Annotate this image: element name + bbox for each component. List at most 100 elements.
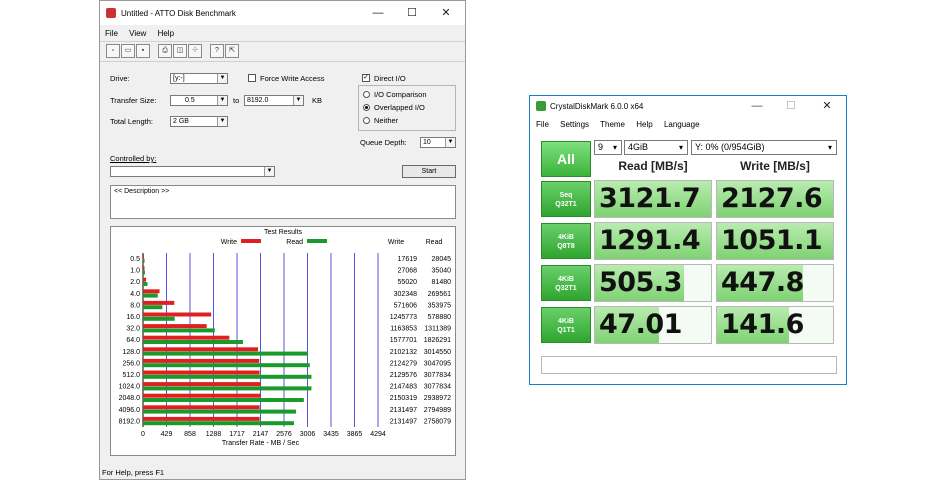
chevron-down-icon: ▼ [445,138,455,147]
all-button[interactable]: All [541,141,591,177]
test-name: 4KiB [558,318,574,325]
atto-menu-bar: File View Help [105,29,183,38]
cdm-menu-language[interactable]: Language [664,120,700,129]
write-value-label: 2131497 [390,407,417,414]
cdm-minimize-button[interactable]: — [744,96,770,116]
read-result-value: 505.3 [599,267,682,298]
read-result-cell: 505.3 [594,264,712,302]
read-bar [143,421,294,426]
write-result-value: 2127.6 [721,183,823,214]
y-tick-label: 1.0 [130,268,140,275]
atto-app-icon [106,8,116,18]
write-result-cell: 2127.6 [716,180,834,218]
read-value-label: 2938972 [424,395,451,402]
print-icon[interactable]: ⎙ [158,44,172,58]
drive-select[interactable]: Y: 0% (0/954GiB) ▾ [691,140,837,155]
transfer-to-select[interactable]: 8192.0 ▼ [244,95,304,106]
read-value-label: 3014550 [424,349,451,356]
print-preview-icon[interactable]: ◫ [173,44,187,58]
cdm-menu-file[interactable]: File [536,120,549,129]
minimize-button[interactable]: — [365,3,391,23]
test-button[interactable]: 4KiB Q8T8 [541,223,591,259]
y-tick-label: 4096.0 [119,407,141,414]
count-select[interactable]: 9 ▾ [594,140,622,155]
chevron-down-icon: ▾ [827,143,832,152]
cdm-menu-help[interactable]: Help [636,120,652,129]
chevron-down-icon: ▾ [612,143,617,152]
total-length-value: 2 GB [173,118,189,125]
comment-field[interactable] [541,356,837,374]
read-bar [143,270,145,275]
menu-help[interactable]: Help [158,29,174,38]
neither-label: Neither [374,116,399,125]
read-value-label: 353975 [428,302,451,309]
read-value-label: 2758079 [424,418,451,425]
status-bar-text: For Help, press F1 [102,468,165,477]
write-value-label: 1163853 [390,326,417,333]
test-button[interactable]: 4KiB Q32T1 [541,265,591,301]
drive-select[interactable]: [y:-] ▼ [170,73,228,84]
neither-radio[interactable] [363,117,370,124]
total-length-select[interactable]: 2 GB ▼ [170,116,228,127]
direct-io-checkbox[interactable]: ✓ [362,74,370,82]
write-bar [143,254,144,259]
drive-label: Drive: [110,74,130,83]
transfer-size-label: Transfer Size: [110,96,157,105]
test-name: 4KiB [558,234,574,241]
transfer-from-select[interactable]: 0.5 ▼ [170,95,228,106]
queue-depth-select[interactable]: 10 ▼ [420,137,456,148]
description-box[interactable]: << Description >> [110,185,456,219]
write-result-cell: 447.8 [716,264,834,302]
atto-title-bar[interactable]: Untitled - ATTO Disk Benchmark — ☐ ✕ [100,1,465,25]
queue-depth-value: 10 [423,139,431,146]
read-value-label: 3077834 [424,384,451,391]
menu-view[interactable]: View [129,29,146,38]
cdm-close-button[interactable]: ✕ [814,96,840,116]
test-button[interactable]: 4KiB Q1T1 [541,307,591,343]
io-comparison-label: I/O Comparison [374,90,427,99]
split-icon[interactable]: ✣ [188,44,202,58]
read-result-cell: 47.01 [594,306,712,344]
controlled-by-select[interactable]: ▼ [110,166,275,177]
count-value: 9 [598,142,604,152]
y-tick-label: 128.0 [122,349,140,356]
read-value-label: 81480 [432,279,452,286]
x-tick-label: 2576 [276,431,292,438]
save-icon[interactable]: ▪ [136,44,150,58]
context-help-icon[interactable]: ⇱ [225,44,239,58]
start-button[interactable]: Start [402,165,456,178]
open-icon[interactable]: ▭ [121,44,135,58]
cdm-menu-settings[interactable]: Settings [560,120,589,129]
description-text: << Description >> [114,188,170,195]
size-value: 4GiB [628,142,649,152]
write-bar [143,312,212,317]
new-icon[interactable]: ▫ [106,44,120,58]
write-bar [143,300,175,305]
transfer-to-value: 8192.0 [247,97,269,104]
maximize-button[interactable]: ☐ [399,3,425,23]
chevron-down-icon: ▼ [217,117,227,126]
y-tick-label: 8.0 [130,302,140,309]
menu-file[interactable]: File [105,29,118,38]
atto-window-title: Untitled - ATTO Disk Benchmark [121,9,236,18]
cdm-maximize-button[interactable]: ☐ [778,96,804,116]
size-select[interactable]: 4GiB ▾ [624,140,688,155]
io-comparison-radio[interactable] [363,91,370,98]
chevron-down-icon: ▼ [264,167,274,176]
column-header-write: Write [388,239,404,246]
atto-window: Untitled - ATTO Disk Benchmark — ☐ ✕ Fil… [99,0,466,480]
x-tick-label: 3006 [300,431,316,438]
force-write-checkbox[interactable] [248,74,256,82]
overlapped-io-radio[interactable] [363,104,370,111]
close-button[interactable]: ✕ [433,3,459,23]
all-label: All [557,151,575,167]
legend-write-swatch [241,239,261,243]
chevron-down-icon: ▼ [217,96,227,105]
chevron-down-icon: ▼ [217,74,227,83]
test-button[interactable]: Seq Q32T1 [541,181,591,217]
write-value-label: 2131497 [390,418,417,425]
write-result-value: 141.6 [721,309,804,340]
help-icon[interactable]: ? [210,44,224,58]
write-result-cell: 141.6 [716,306,834,344]
cdm-menu-theme[interactable]: Theme [600,120,625,129]
